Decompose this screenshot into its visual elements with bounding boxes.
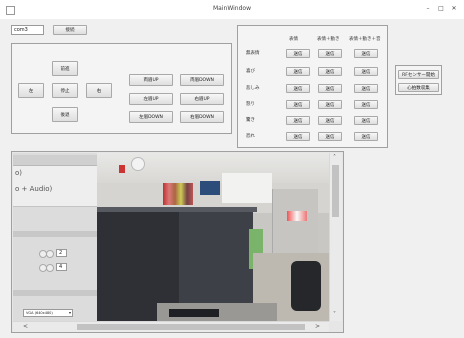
- bookshelf: [163, 183, 193, 205]
- keyboard: [169, 309, 219, 317]
- resolution-select[interactable]: VGA (640x480) ▾: [23, 309, 73, 317]
- row-label-surprise: 驚き: [246, 118, 255, 123]
- red-object: [119, 165, 125, 173]
- send-neutral-expression[interactable]: 送信: [286, 49, 310, 58]
- send-surprise-expression[interactable]: 送信: [286, 116, 310, 125]
- chevron-down-icon: ▾: [68, 310, 71, 315]
- backward-button[interactable]: 後退: [52, 107, 78, 122]
- row-label-joy: 喜び: [246, 69, 255, 74]
- send-anger-motion[interactable]: 送信: [318, 100, 342, 109]
- column-header-expression-motion: 表情＋動き: [317, 37, 340, 42]
- send-joy-sound[interactable]: 送信: [354, 67, 378, 76]
- send-sadness-sound[interactable]: 送信: [354, 84, 378, 93]
- heart-rate-collect-button[interactable]: 心拍数収集: [398, 83, 439, 92]
- blue-poster: [200, 181, 220, 195]
- row-label-fear: 恐れ: [246, 134, 255, 139]
- send-neutral-motion[interactable]: 送信: [318, 49, 342, 58]
- send-surprise-sound[interactable]: 送信: [354, 116, 378, 125]
- stop-button[interactable]: 停止: [52, 83, 78, 98]
- left-brow-down-button[interactable]: 左眉DOWN: [129, 111, 173, 123]
- close-button[interactable]: ✕: [449, 3, 459, 13]
- cabinet-notes: [287, 211, 307, 221]
- row-label-sadness: 悲しみ: [246, 86, 260, 91]
- send-sadness-expression[interactable]: 送信: [286, 84, 310, 93]
- send-fear-expression[interactable]: 送信: [286, 132, 310, 141]
- cabinet: [272, 189, 318, 259]
- port-input-value: com3: [14, 27, 28, 33]
- right-brow-down-button[interactable]: 右眉DOWN: [180, 111, 224, 123]
- scroll-left-button[interactable]: <: [23, 323, 28, 330]
- right-brow-up-button[interactable]: 右眉UP: [180, 93, 224, 105]
- window-light: [222, 173, 272, 203]
- camera-view[interactable]: [97, 153, 329, 321]
- title-bar: MainWindow – □ ✕: [0, 0, 464, 20]
- settings-tab-strip: [13, 155, 97, 166]
- partition-top-edge: [97, 207, 257, 212]
- office-chair: [291, 261, 321, 311]
- window-title: MainWindow: [213, 5, 251, 12]
- right-button[interactable]: 右: [86, 83, 112, 98]
- scroll-right-button[interactable]: >: [315, 323, 320, 330]
- maximize-button[interactable]: □: [436, 3, 446, 13]
- audio-option-1[interactable]: o): [15, 169, 22, 177]
- settings-section-header-2: [13, 290, 97, 296]
- send-sadness-motion[interactable]: 送信: [318, 84, 342, 93]
- send-anger-sound[interactable]: 送信: [354, 100, 378, 109]
- camera-horizontal-scrollbar[interactable]: < >: [13, 321, 329, 332]
- send-fear-motion[interactable]: 送信: [318, 132, 342, 141]
- camera-vertical-scrollbar[interactable]: ˄ ˅: [329, 153, 342, 321]
- send-fear-sound[interactable]: 送信: [354, 132, 378, 141]
- minimize-button[interactable]: –: [423, 3, 433, 13]
- send-neutral-sound[interactable]: 送信: [354, 49, 378, 58]
- row-label-neutral: 無表情: [246, 51, 260, 56]
- send-joy-expression[interactable]: 送信: [286, 67, 310, 76]
- scroll-down-button[interactable]: ˅: [333, 311, 336, 318]
- spin-input-1[interactable]: 2: [56, 249, 67, 257]
- send-anger-expression[interactable]: 送信: [286, 100, 310, 109]
- left-brow-up-button[interactable]: 左眉UP: [129, 93, 173, 105]
- settings-section-header: [13, 231, 97, 237]
- column-header-expression-motion-sound: 表情＋動き＋音: [349, 37, 381, 42]
- horizontal-scroll-thumb[interactable]: [77, 324, 305, 330]
- spin-up-1-icon[interactable]: [46, 250, 54, 258]
- both-brows-down-button[interactable]: 両眉DOWN: [180, 74, 224, 86]
- port-input[interactable]: com3: [11, 25, 44, 35]
- row-label-anger: 怒り: [246, 102, 255, 107]
- spin-input-2[interactable]: 4: [56, 263, 67, 271]
- ceiling-light: [131, 157, 145, 171]
- spin-up-2-icon[interactable]: [46, 264, 54, 272]
- scroll-up-button[interactable]: ˄: [333, 154, 336, 161]
- capture-settings-panel: o) o + Audio) 2 4 VGA (640x480) ▾: [13, 153, 97, 321]
- audio-option-2[interactable]: o + Audio): [15, 185, 52, 193]
- connect-button[interactable]: 接続: [53, 25, 87, 35]
- vertical-scroll-thumb[interactable]: [332, 165, 339, 217]
- left-button[interactable]: 左: [18, 83, 44, 98]
- column-header-expression: 表情: [289, 37, 298, 42]
- both-brows-up-button[interactable]: 両眉UP: [129, 74, 173, 86]
- resolution-value: VGA (640x480): [26, 311, 53, 315]
- send-surprise-motion[interactable]: 送信: [318, 116, 342, 125]
- rf-sensor-start-button[interactable]: RFセンサー開始: [398, 70, 439, 79]
- forward-button[interactable]: 前進: [52, 61, 78, 76]
- send-joy-motion[interactable]: 送信: [318, 67, 342, 76]
